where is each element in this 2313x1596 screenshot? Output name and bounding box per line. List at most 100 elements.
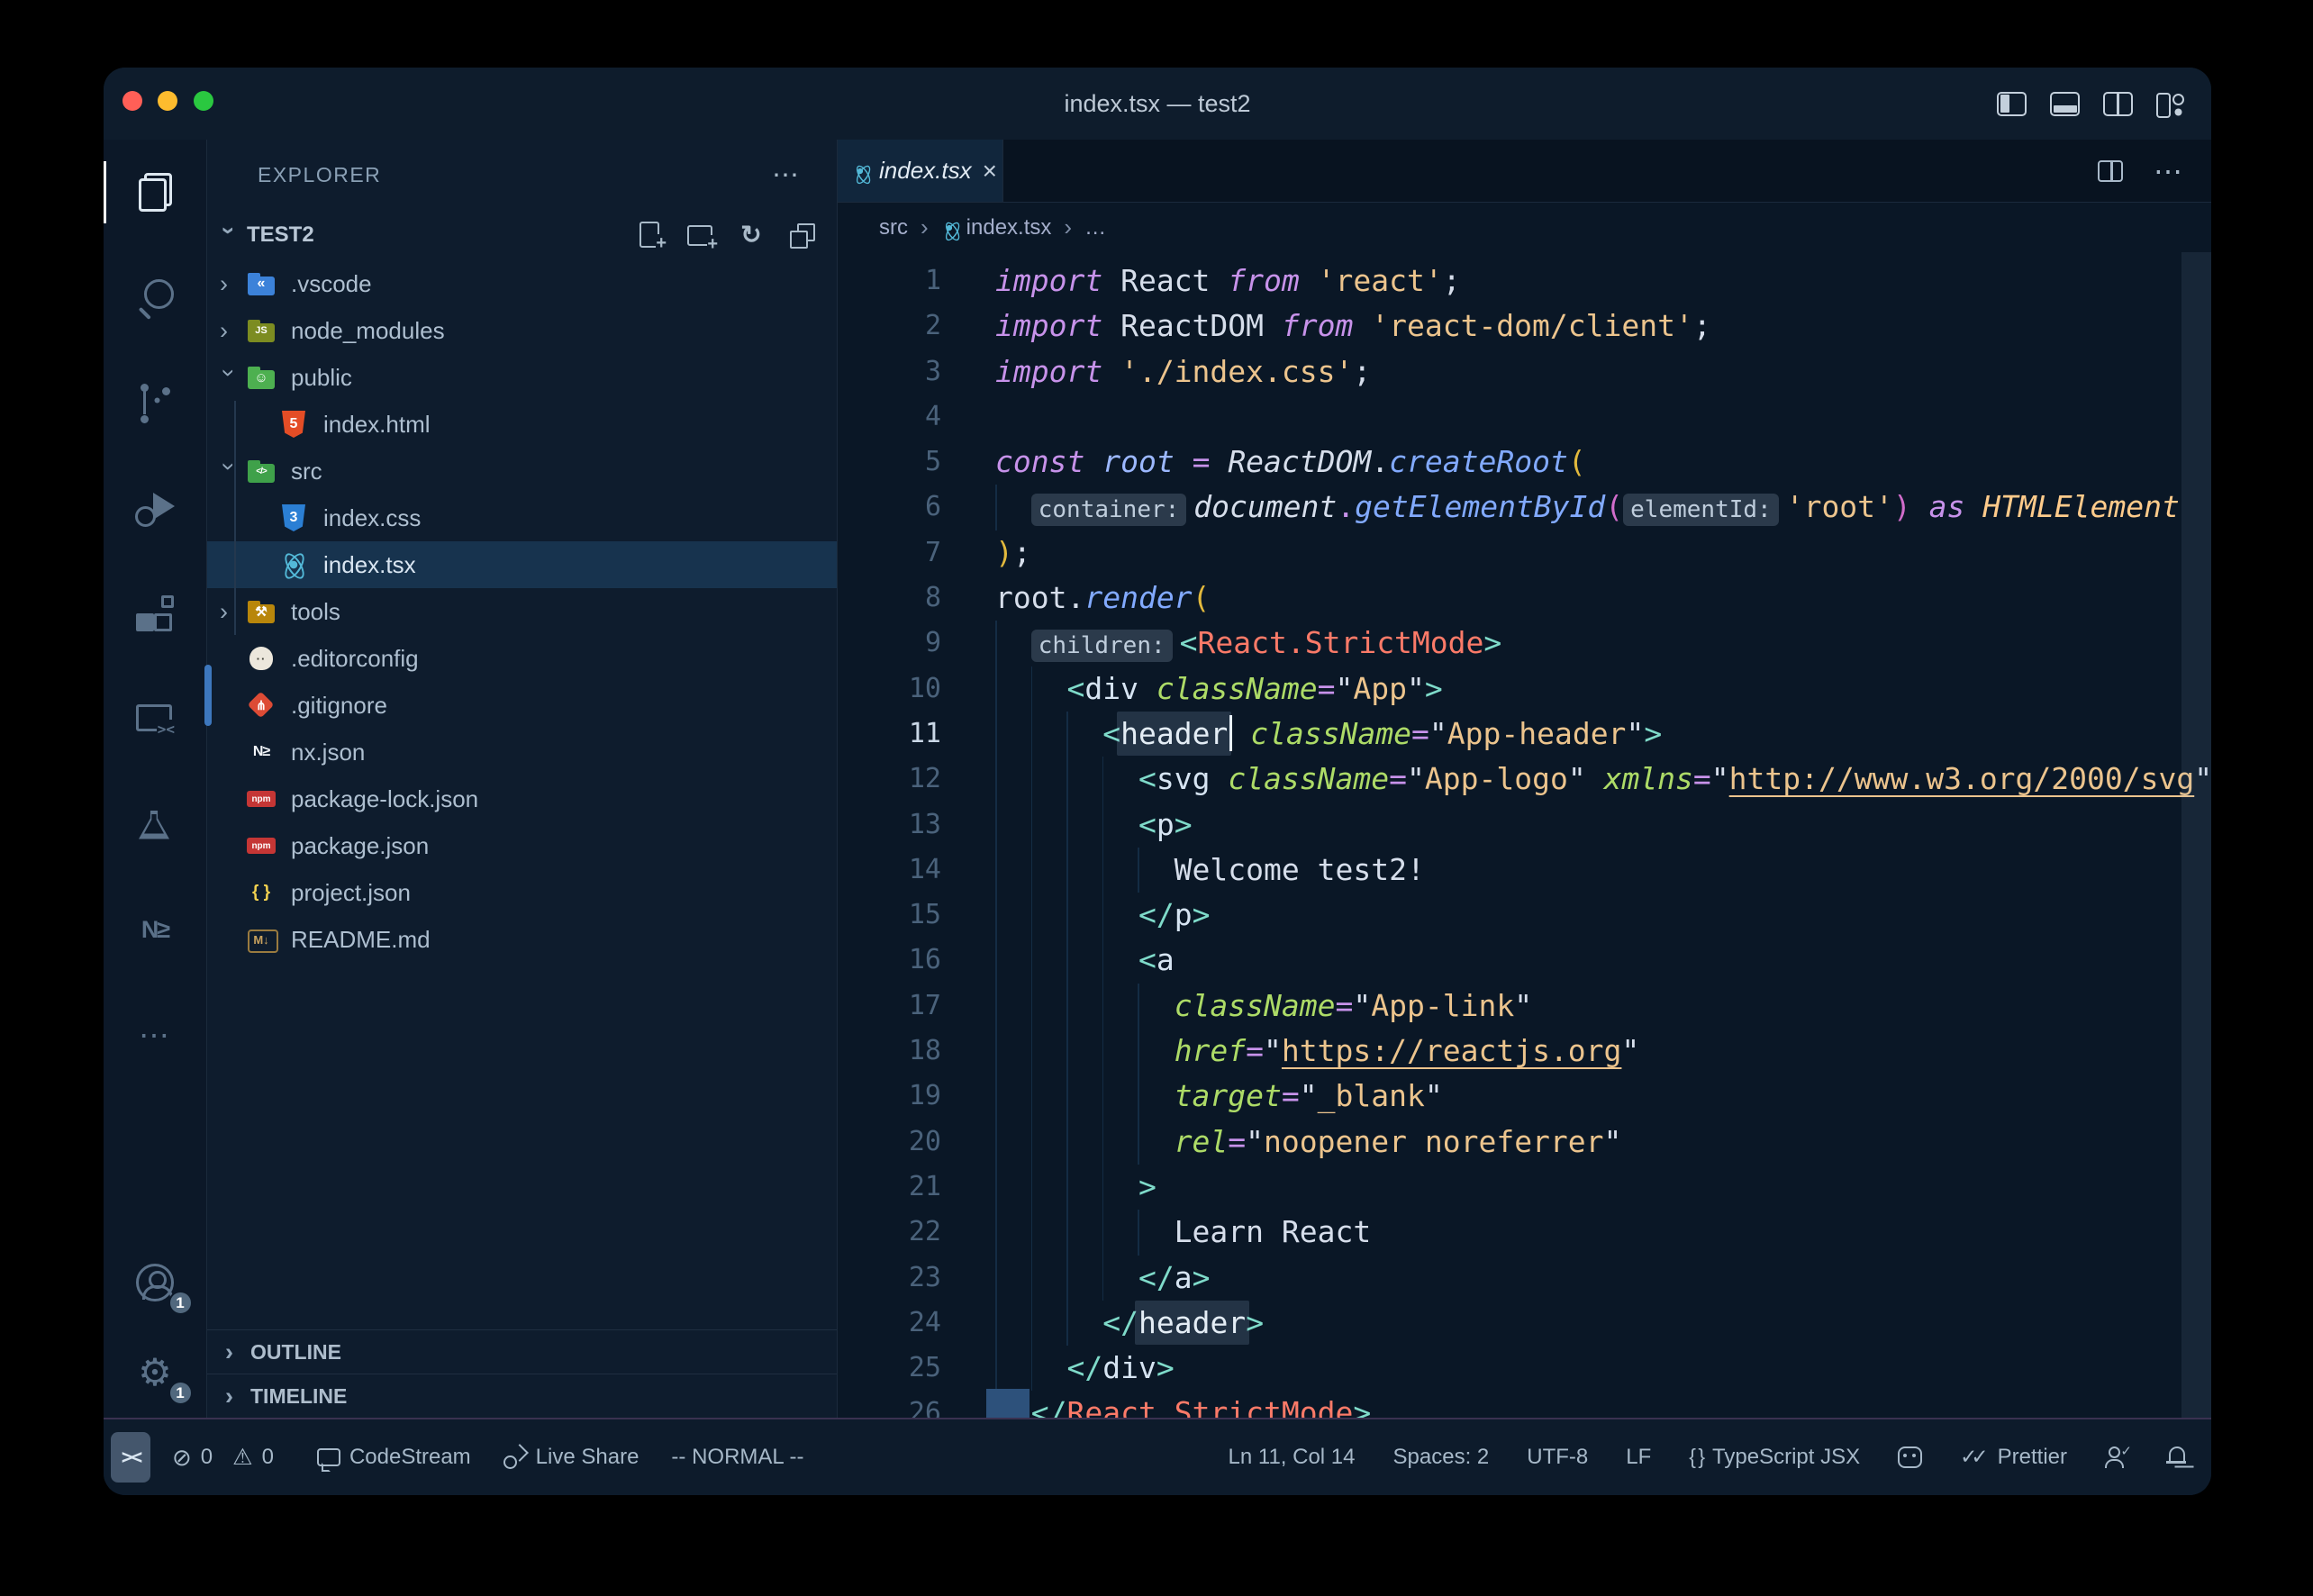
status-vim-mode[interactable]: -- NORMAL --	[671, 1445, 803, 1470]
activity-item-more[interactable]	[104, 983, 207, 1088]
collapse-all-icon[interactable]	[788, 222, 815, 249]
token: div	[1102, 1350, 1156, 1385]
tree-item--editorconfig[interactable]: ··.editorconfig	[207, 635, 837, 682]
breadcrumb-item-more[interactable]: …	[1084, 215, 1106, 240]
tree-item-package-json[interactable]: npmpackage.json	[207, 822, 837, 869]
tree-item-index-tsx[interactable]: index.tsx	[207, 541, 837, 588]
status-cursor-position[interactable]: Ln 11, Col 14	[1229, 1445, 1356, 1470]
code-line-22[interactable]: 22 Learn React	[838, 1210, 2211, 1255]
code-line-9[interactable]: 9 children:<React.StrictMode>	[838, 621, 2211, 666]
code-line-8[interactable]: 8root.render(	[838, 576, 2211, 621]
code-line-3[interactable]: 3import './index.css';	[838, 349, 2211, 394]
status-encoding[interactable]: UTF-8	[1527, 1445, 1588, 1470]
tree-item-readme-md[interactable]: M↓README.md	[207, 916, 837, 963]
tree-item-nx-json[interactable]: N≥nx.json	[207, 729, 837, 775]
status-github[interactable]	[1898, 1446, 1922, 1468]
code-line-10[interactable]: 10 <div className="App">	[838, 667, 2211, 712]
tree-item-project-json[interactable]: { }project.json	[207, 869, 837, 916]
layout-icon[interactable]	[2156, 92, 2186, 116]
tree-item-tools[interactable]: ⚒tools	[207, 588, 837, 635]
zoom-window-button[interactable]	[194, 91, 213, 111]
panel-bottom-icon[interactable]	[2050, 92, 2080, 116]
sidebar-right-icon[interactable]	[2103, 92, 2133, 116]
activity-item-source-control[interactable]	[104, 350, 207, 456]
code-line-13[interactable]: 13 <p>	[838, 803, 2211, 848]
code-line-2[interactable]: 2import ReactDOM from 'react-dom/client'…	[838, 304, 2211, 349]
split-editor-icon[interactable]	[2098, 160, 2123, 182]
activity-item-extensions[interactable]	[104, 561, 207, 667]
code-line-21[interactable]: 21 >	[838, 1165, 2211, 1210]
tab-index-tsx[interactable]: index.tsx ×	[838, 140, 1003, 202]
code-line-24[interactable]: 24 </header>	[838, 1301, 2211, 1346]
line-number: 4	[838, 394, 941, 440]
nx-icon: N≥	[247, 738, 276, 766]
token: ;	[1013, 535, 1031, 570]
status-eol[interactable]: LF	[1626, 1445, 1651, 1470]
activity-item-settings[interactable]: 1	[104, 1328, 207, 1418]
code-line-19[interactable]: 19 target="_blank"	[838, 1074, 2211, 1119]
code-line-25[interactable]: 25 </div>	[838, 1346, 2211, 1391]
code-editor[interactable]: 1import React from 'react';2import React…	[838, 252, 2211, 1418]
code-line-17[interactable]: 17 className="App-link"	[838, 984, 2211, 1029]
code-line-20[interactable]: 20 rel="noopener noreferrer"	[838, 1120, 2211, 1165]
code-line-12[interactable]: 12 <svg className="App-logo" xmlns="http…	[838, 757, 2211, 802]
activity-item-nx-console[interactable]	[104, 877, 207, 983]
tree-item-index-css[interactable]: 3index.css	[207, 494, 837, 541]
tree-item-label: index.html	[323, 411, 431, 439]
sidebar-left-icon[interactable]	[1997, 92, 2027, 116]
activity-item-run-debug[interactable]	[104, 456, 207, 561]
section-outline[interactable]: OUTLINE	[207, 1329, 837, 1374]
close-tab-icon[interactable]: ×	[983, 159, 997, 184]
line-number: 14	[838, 848, 941, 893]
tree-item--vscode[interactable]: «.vscode	[207, 260, 837, 307]
token: "	[1711, 761, 1729, 796]
code-line-7[interactable]: 7);	[838, 530, 2211, 576]
code-line-18[interactable]: 18 href="https://reactjs.org"	[838, 1029, 2211, 1074]
tree-item-node-modules[interactable]: JSnode_modules	[207, 307, 837, 354]
explorer-more-icon[interactable]: ⋯	[772, 159, 799, 191]
code-line-15[interactable]: 15 </p>	[838, 893, 2211, 938]
remote-indicator[interactable]: ><	[111, 1432, 150, 1483]
code-line-14[interactable]: 14 Welcome test2!	[838, 848, 2211, 893]
status-problems[interactable]: 00	[172, 1444, 285, 1472]
tree-item-package-lock-json[interactable]: npmpackage-lock.json	[207, 775, 837, 822]
editor-scrollbar[interactable]	[2181, 252, 2211, 1418]
activity-item-testing[interactable]	[104, 772, 207, 877]
refresh-icon[interactable]	[738, 222, 765, 249]
status-codestream[interactable]: CodeStream	[317, 1445, 471, 1470]
code-line-26[interactable]: 26 </React.StrictMode>	[838, 1391, 2211, 1418]
editor-more-actions-icon[interactable]: ⋯	[2154, 154, 2182, 188]
breadcrumb-item-src[interactable]: src	[879, 215, 908, 240]
folder-section-header[interactable]: TEST2	[207, 210, 837, 260]
status-indentation[interactable]: Spaces: 2	[1393, 1445, 1490, 1470]
status-notifications[interactable]	[2168, 1446, 2186, 1468]
code-line-11[interactable]: 11 <header className="App-header">	[838, 712, 2211, 757]
minimize-window-button[interactable]	[158, 91, 177, 111]
activity-item-search[interactable]	[104, 245, 207, 350]
breadcrumb-item-index-tsx[interactable]: index.tsx	[941, 215, 1052, 240]
status-formatter[interactable]: Prettier	[1960, 1445, 2067, 1470]
code-line-6[interactable]: 6 container:document.getElementById(elem…	[838, 485, 2211, 530]
code-line-23[interactable]: 23 </a>	[838, 1256, 2211, 1301]
code-line-16[interactable]: 16 <a	[838, 938, 2211, 983]
tree-item-src[interactable]: </>src	[207, 448, 837, 494]
indent-guide	[995, 757, 997, 802]
code-line-4[interactable]: 4	[838, 394, 2211, 440]
status-live-share-contacts[interactable]: ✓	[2105, 1446, 2130, 1468]
tree-item-public[interactable]: ☺public	[207, 354, 837, 401]
token: </	[1138, 1260, 1175, 1295]
section-timeline[interactable]: TIMELINE	[207, 1374, 837, 1418]
new-folder-icon[interactable]	[687, 222, 714, 249]
code-line-1[interactable]: 1import React from 'react';	[838, 258, 2211, 304]
new-file-icon[interactable]	[637, 222, 664, 249]
activity-item-explorer[interactable]	[104, 140, 207, 245]
status-live-share[interactable]: Live Share	[503, 1445, 639, 1470]
activity-item-accounts[interactable]: 1	[104, 1238, 207, 1328]
tree-item--gitignore[interactable]: ⋔.gitignore	[207, 682, 837, 729]
activity-item-remote-explorer[interactable]	[104, 667, 207, 772]
code-line-5[interactable]: 5const root = ReactDOM.createRoot(	[838, 440, 2211, 485]
close-window-button[interactable]	[122, 91, 142, 111]
tree-item-index-html[interactable]: 5index.html	[207, 401, 837, 448]
indent-guide	[1031, 848, 1033, 893]
status-language-mode[interactable]: TypeScript JSX	[1689, 1445, 1860, 1470]
